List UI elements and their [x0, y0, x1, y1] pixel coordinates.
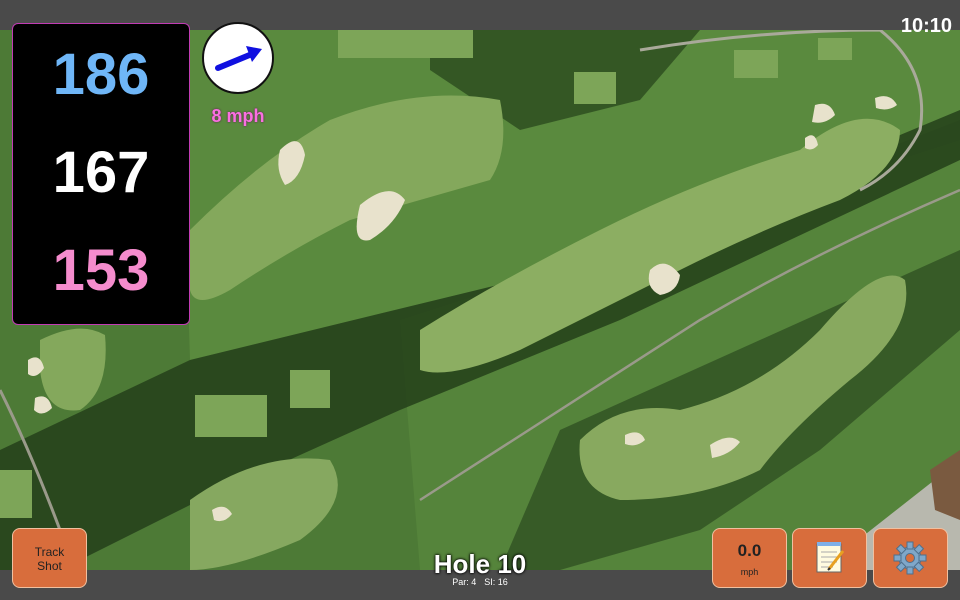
track-shot-button[interactable]: Track Shot [12, 528, 87, 588]
clock: 10:10 [900, 15, 952, 37]
notepad-icon [816, 542, 845, 573]
hole-info: Par: 4 SI: 16 [380, 577, 580, 587]
track-shot-label-line2: Shot [37, 559, 62, 573]
track-shot-label-line1: Track [34, 545, 65, 559]
middle-distance: 167 [52, 140, 150, 205]
wind-direction-dial [202, 22, 274, 94]
notes-button[interactable] [792, 528, 867, 588]
gear-icon [893, 541, 927, 575]
hole-title: Hole 10 [433, 549, 527, 579]
arrow-icon [215, 46, 262, 71]
par-label: Par: 4 [452, 577, 477, 587]
wind-speed-label: 8 mph [211, 106, 265, 126]
speed-value: 0.0 [737, 541, 762, 560]
speed-button[interactable]: 0.0 mph [712, 528, 787, 588]
settings-button[interactable] [873, 528, 948, 588]
front-distance: 153 [52, 238, 150, 303]
si-label: SI: 16 [484, 577, 508, 587]
distance-panel: 186 167 153 [12, 23, 190, 325]
speed-unit: mph [740, 567, 759, 577]
back-distance: 186 [52, 42, 150, 107]
